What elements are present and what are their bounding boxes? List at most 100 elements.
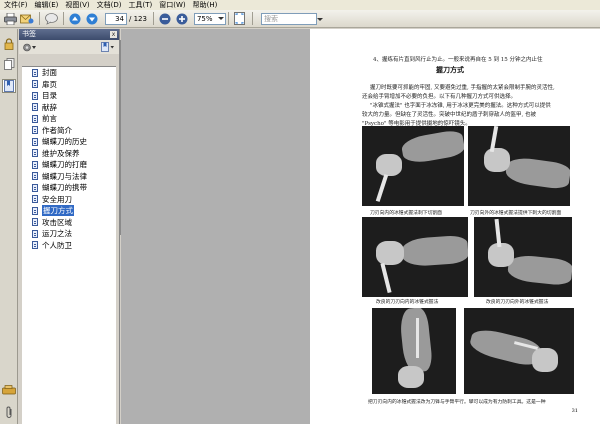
toolbar-separator bbox=[39, 12, 40, 25]
bookmarks-panel: 书签 x 封面 扉页 目录 献辞 前言 作者简介蝴蝶刀的历史 维护及保养蝴蝶刀的打磨 蝴蝶刀与… bbox=[19, 29, 120, 424]
chevron-down-icon bbox=[316, 17, 323, 21]
print-icon[interactable] bbox=[3, 12, 17, 26]
comment-icon[interactable] bbox=[44, 12, 58, 26]
bookmark-item[interactable]: 蝴蝶刀与法律 bbox=[22, 171, 116, 183]
zoom-in-icon[interactable] bbox=[175, 12, 189, 26]
search-input[interactable]: 搜索 bbox=[260, 12, 323, 25]
menu-help[interactable]: 帮助(H) bbox=[191, 0, 223, 10]
menu-file[interactable]: 文件(F) bbox=[2, 0, 33, 10]
menu-document[interactable]: 文档(D) bbox=[95, 0, 127, 10]
bookmark-page-icon bbox=[32, 183, 38, 192]
next-page-icon[interactable] bbox=[85, 12, 99, 26]
menu-tools[interactable]: 工具(T) bbox=[127, 0, 158, 10]
bookmark-label: 握刀方式 bbox=[42, 205, 74, 217]
page-lead-line: 4、握练有片直到风行止为止。一般来说再自在 5 到 15 分钟之内止住 bbox=[373, 57, 543, 63]
bookmark-label: 蝴蝶刀的打磨 bbox=[42, 160, 87, 170]
previous-page-icon[interactable] bbox=[68, 12, 82, 26]
bookmark-page-icon bbox=[32, 91, 38, 100]
photo-caption: 改良的刀刃向外的冰锥式握法 bbox=[486, 300, 549, 305]
photo-forearm-parallel-grip bbox=[372, 308, 456, 394]
menu-window[interactable]: 窗口(W) bbox=[157, 0, 190, 10]
toolbar: 34 / 123 75% 搜索 bbox=[0, 10, 600, 28]
page-paragraph: 握刀时既要可抓能的牢固, 又要避免过重, 手指握的太紧会限制手腕的灵活性, bbox=[370, 85, 555, 91]
photo-caption: 刀刃向内的冰锥式握法刺下切割面 bbox=[370, 211, 442, 216]
bookmark-item[interactable]: 作者简介 bbox=[22, 125, 116, 137]
page-paragraph: "冰锥式握法" 也字面于冰冻锥, 用于冰冰更完美的握法。这种方式可以提供 bbox=[370, 103, 551, 109]
bookmark-item[interactable]: 维护及保养 bbox=[22, 148, 116, 160]
bookmark-item[interactable]: 目录 bbox=[22, 90, 116, 102]
bookmark-item[interactable]: 蝴蝶刀的历史 bbox=[22, 136, 116, 148]
bookmark-item[interactable]: 献辞 bbox=[22, 102, 116, 114]
bookmark-item[interactable]: 运刀之法 bbox=[22, 228, 116, 240]
bookmark-label: 作者简介 bbox=[42, 125, 72, 135]
bookmark-page-icon bbox=[32, 68, 38, 77]
bookmark-label: 个人防卫 bbox=[42, 240, 72, 250]
menu-view[interactable]: 视图(V) bbox=[63, 0, 94, 10]
bookmark-item[interactable]: 蝴蝶刀的携带 bbox=[22, 182, 116, 194]
lock-icon[interactable] bbox=[2, 37, 16, 51]
paperclip-icon[interactable] bbox=[2, 405, 16, 419]
photo-caption: 把刀刃向内的冰锥式握法改为刀锋与手臂平行。攀可以成为有力防刺工具。这是一种 bbox=[368, 400, 546, 405]
photo-modified-grip-edge-out bbox=[474, 217, 572, 297]
bookmark-item[interactable]: 握刀方式 bbox=[22, 205, 116, 217]
bookmark-page-icon bbox=[32, 114, 38, 123]
options-icon[interactable] bbox=[23, 43, 37, 52]
bookmark-label: 安全用刀 bbox=[42, 194, 72, 204]
zoom-value: 75% bbox=[196, 14, 213, 23]
bookmark-label: 蝴蝶刀的携带 bbox=[42, 183, 87, 193]
bookmark-label: 蝴蝶刀与法律 bbox=[42, 171, 87, 181]
bookmark-label: 封面 bbox=[42, 68, 57, 78]
bookmark-item[interactable]: 扉页 bbox=[22, 79, 116, 91]
bookmark-page-icon bbox=[32, 126, 38, 135]
toolbar-separator bbox=[227, 12, 229, 25]
bookmarks-icon[interactable] bbox=[2, 79, 16, 93]
bookmark-list: 封面 扉页 目录 献辞 前言 作者简介蝴蝶刀的历史 维护及保养蝴蝶刀的打磨 蝴蝶刀与法律 蝴蝶刀… bbox=[22, 66, 116, 424]
document-gutter bbox=[121, 29, 310, 424]
navigation-rail bbox=[0, 29, 18, 424]
chevron-down-icon bbox=[217, 16, 224, 20]
bookmark-page-icon bbox=[32, 195, 38, 204]
zoom-select[interactable]: 75% bbox=[193, 12, 226, 25]
menu-bar: 文件(F) 编辑(E) 视图(V) 文档(D) 工具(T) 窗口(W) 帮助(H… bbox=[0, 0, 600, 10]
bookmark-label: 蝴蝶刀的历史 bbox=[42, 137, 87, 147]
new-bookmark-icon[interactable] bbox=[101, 42, 115, 52]
bookmark-item[interactable]: 安全用刀 bbox=[22, 194, 116, 206]
document-page: 4、握练有片直到风行止为止。一般来说再自在 5 到 15 分钟之内止住 握刀方式… bbox=[310, 29, 600, 424]
bookmark-page-icon bbox=[32, 160, 38, 169]
zoom-out-icon[interactable] bbox=[158, 12, 172, 26]
photo-ice-pick-grip-edge-out bbox=[468, 126, 570, 206]
toolbar-separator bbox=[152, 12, 154, 25]
bookmark-page-icon bbox=[32, 137, 38, 146]
panel-title: 书签 bbox=[22, 30, 36, 38]
photo-modified-grip-edge-in bbox=[362, 217, 468, 297]
bookmark-item[interactable]: 封面 bbox=[22, 67, 116, 79]
bookmark-label: 扉页 bbox=[42, 79, 57, 89]
close-icon[interactable]: x bbox=[110, 31, 117, 38]
photo-caption: 改良的刀刃向内的冰锥式握法 bbox=[376, 300, 439, 305]
photo-forearm-parallel-grip-side bbox=[464, 308, 574, 394]
bookmark-label: 攻击区域 bbox=[42, 217, 72, 227]
page-total: / 123 bbox=[129, 14, 147, 23]
email-icon[interactable] bbox=[20, 12, 34, 26]
bookmark-item[interactable]: 攻击区域 bbox=[22, 217, 116, 229]
fit-page-icon[interactable] bbox=[233, 12, 247, 26]
menu-edit[interactable]: 编辑(E) bbox=[33, 0, 64, 10]
bookmark-page-icon bbox=[32, 172, 38, 181]
bookmark-page-icon bbox=[32, 80, 38, 89]
photo-caption: 刀刃向外的冰锥式握法提供下刺大的切割面 bbox=[470, 211, 562, 216]
pages-icon[interactable] bbox=[2, 57, 16, 71]
bookmark-item[interactable]: 蝴蝶刀的打磨 bbox=[22, 159, 116, 171]
attachments-icon[interactable] bbox=[2, 383, 16, 397]
bookmark-label: 前言 bbox=[42, 114, 57, 124]
bookmark-item[interactable]: 个人防卫 bbox=[22, 240, 116, 252]
bookmark-page-icon bbox=[32, 149, 38, 158]
page-number-input[interactable]: 34 bbox=[105, 12, 127, 25]
bookmark-page-icon bbox=[32, 218, 38, 227]
page-paragraph: 较大的力量。但缺在了灵活性。突破中世纪的盾子刺穿敌人的盔甲, 也被 bbox=[362, 112, 536, 118]
toolbar-separator bbox=[251, 12, 253, 25]
bookmark-item[interactable]: 前言 bbox=[22, 113, 116, 125]
bookmark-label: 维护及保养 bbox=[42, 148, 80, 158]
toolbar-separator bbox=[63, 12, 64, 25]
page-footer-number: 31 bbox=[571, 408, 578, 414]
bookmark-page-icon bbox=[32, 206, 38, 215]
